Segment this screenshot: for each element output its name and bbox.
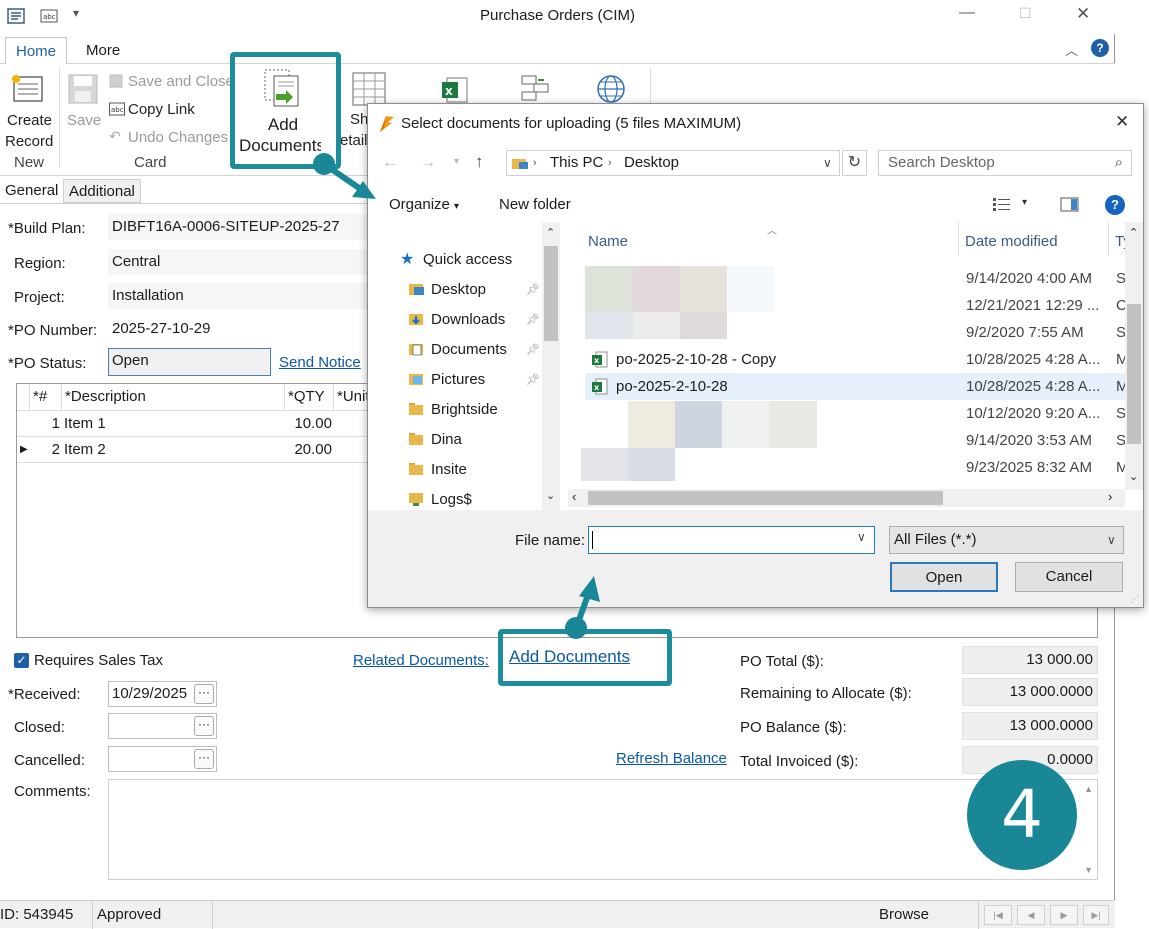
step-number-badge: 4 (967, 760, 1077, 870)
arrow-head (579, 576, 600, 602)
arrow-shaft (322, 161, 364, 193)
